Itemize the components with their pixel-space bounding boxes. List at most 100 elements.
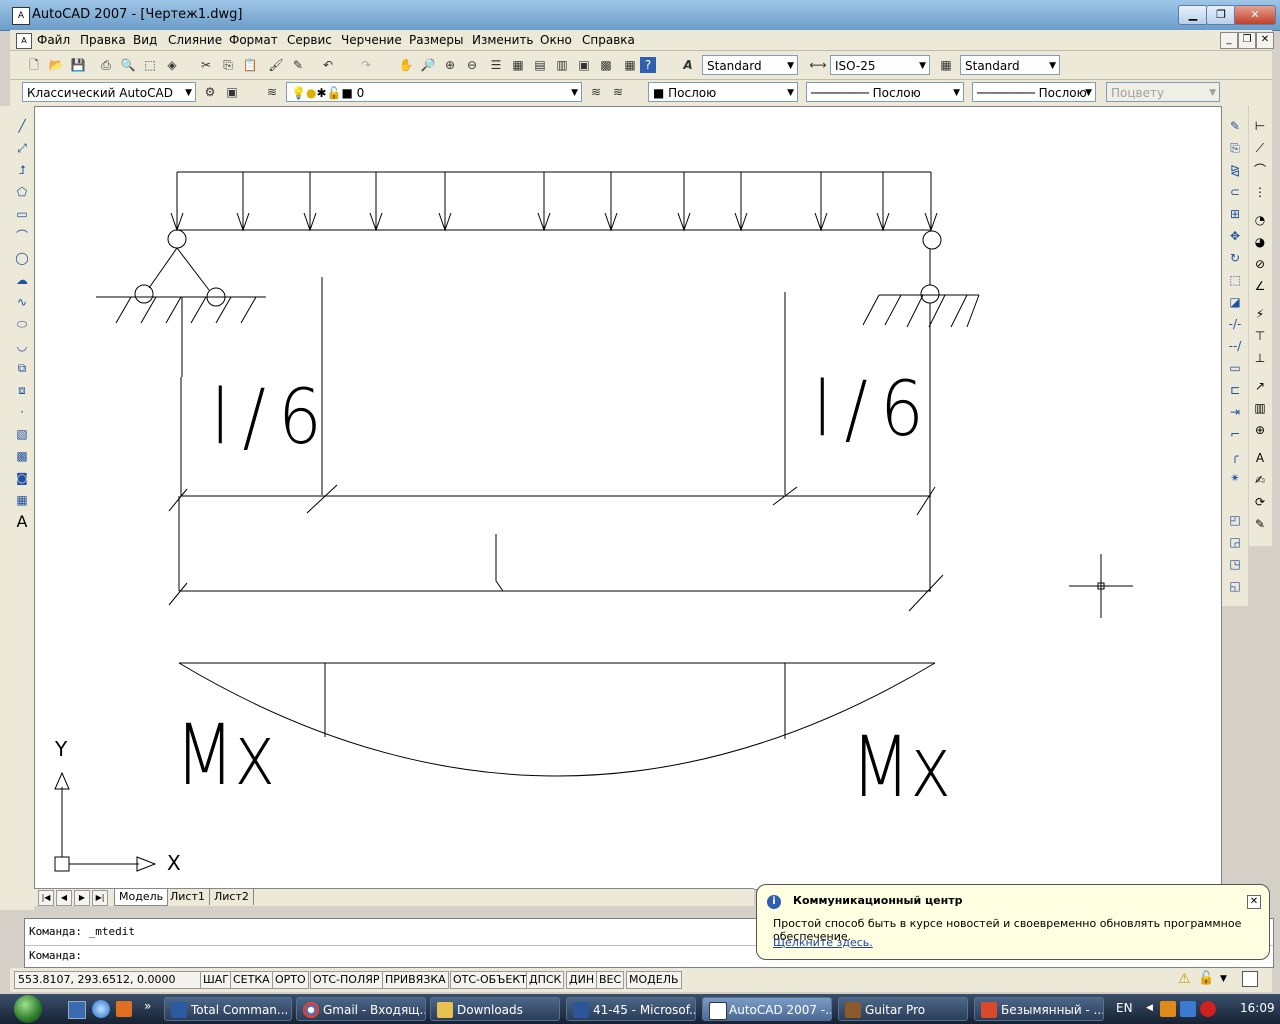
publish-icon[interactable]: ⬚: [140, 55, 160, 75]
network-icon[interactable]: [1180, 1001, 1196, 1017]
doc-minimize-button[interactable]: _: [1220, 32, 1238, 49]
erase-icon[interactable]: ✎: [1225, 116, 1245, 136]
minimize-button[interactable]: ▁: [1178, 5, 1208, 25]
tolerance-icon[interactable]: ▥: [1250, 398, 1270, 418]
preview-icon[interactable]: 🔍: [118, 55, 138, 75]
arc-length-icon[interactable]: ⌒: [1250, 160, 1270, 180]
text-style-icon[interactable]: A: [678, 55, 698, 75]
dim-style-manager-icon[interactable]: ✎: [1250, 514, 1270, 534]
ie-icon[interactable]: [92, 1000, 110, 1018]
redo-icon[interactable]: ↷: [356, 55, 376, 75]
chamfer-icon[interactable]: ⌐: [1225, 424, 1245, 444]
bring-above-icon[interactable]: ◳: [1225, 554, 1245, 574]
print-icon[interactable]: ⎙: [96, 55, 116, 75]
bring-front-icon[interactable]: ◰: [1225, 510, 1245, 530]
language-indicator[interactable]: EN: [1116, 1001, 1133, 1015]
workspace-settings-icon[interactable]: ⚙: [200, 82, 220, 102]
polygon-icon[interactable]: ⬠: [12, 182, 32, 202]
spline-icon[interactable]: ∿: [12, 292, 32, 312]
rectangle-icon[interactable]: ▭: [12, 204, 32, 224]
design-center-icon[interactable]: ▦: [508, 55, 528, 75]
polar-toggle[interactable]: ОТС-ПОЛЯР: [310, 971, 383, 989]
rotate-icon[interactable]: ↻: [1225, 248, 1245, 268]
help-icon[interactable]: ?: [640, 57, 656, 73]
menu-edit[interactable]: Правка: [77, 32, 129, 48]
construction-line-icon[interactable]: ⤢: [12, 138, 32, 158]
ducs-toggle[interactable]: ДПСК: [526, 971, 565, 989]
polyline-icon[interactable]: ⮥: [12, 160, 32, 180]
aligned-dim-icon[interactable]: ⟋: [1250, 138, 1270, 158]
hatch-icon[interactable]: ▧: [12, 424, 32, 444]
send-under-icon[interactable]: ◱: [1225, 576, 1245, 596]
explode-icon[interactable]: ✴: [1225, 468, 1245, 488]
prev-tab-icon[interactable]: ◀: [56, 890, 72, 906]
sheet-set-icon[interactable]: ▥: [552, 55, 572, 75]
calculator-icon-2[interactable]: ▦: [620, 55, 640, 75]
dyn-toggle[interactable]: ДИН: [566, 971, 598, 989]
3d-dwf-icon[interactable]: ◈: [162, 55, 182, 75]
save-icon[interactable]: 💾: [68, 55, 88, 75]
menu-tools[interactable]: Сервис: [284, 32, 335, 48]
dim-style-select[interactable]: ISO-25 ▼: [830, 55, 930, 75]
stretch-icon[interactable]: ◪: [1225, 292, 1245, 312]
coordinates-display[interactable]: 553.8107, 293.6512, 0.0000: [14, 971, 201, 989]
next-tab-icon[interactable]: ▶: [74, 890, 90, 906]
menu-draw[interactable]: Черчение: [338, 32, 405, 48]
dim-text-edit-icon[interactable]: ✍: [1250, 470, 1270, 490]
status-menu-icon[interactable]: ▼: [1220, 972, 1232, 986]
fillet-icon[interactable]: ╭: [1225, 446, 1245, 466]
gradient-icon[interactable]: ▩: [12, 446, 32, 466]
copy-icon[interactable]: ⎘: [218, 55, 238, 75]
osnap-toggle[interactable]: ПРИВЯЗКА: [382, 971, 449, 989]
ellipse-arc-icon[interactable]: ◡: [12, 336, 32, 356]
doc-restore-button[interactable]: ❐: [1238, 32, 1256, 49]
last-tab-icon[interactable]: ▶|: [92, 890, 108, 906]
start-button[interactable]: [2, 994, 56, 1024]
tray-expand-icon[interactable]: ◀: [1146, 1003, 1153, 1013]
markup-icon[interactable]: ▣: [574, 55, 594, 75]
task-downloads[interactable]: Downloads: [430, 997, 560, 1021]
send-back-icon[interactable]: ◲: [1225, 532, 1245, 552]
snap-toggle[interactable]: ШАГ: [200, 971, 232, 989]
cut-icon[interactable]: ✂: [196, 55, 216, 75]
point-icon[interactable]: ·: [12, 402, 32, 422]
task-autocad[interactable]: AutoCAD 2007 -...: [702, 997, 832, 1021]
dim-style-icon[interactable]: ⟷: [808, 55, 828, 75]
menu-view[interactable]: Вид: [130, 32, 160, 48]
tray-app-icon[interactable]: [1160, 1001, 1176, 1017]
table-icon[interactable]: ▦: [12, 490, 32, 510]
scale-icon[interactable]: ⬚: [1225, 270, 1245, 290]
open-icon[interactable]: 📂: [46, 55, 66, 75]
baseline-dim-icon[interactable]: ⊤: [1250, 326, 1270, 346]
make-current-layer-icon[interactable]: ≋: [586, 82, 606, 102]
multiline-text-icon[interactable]: A: [12, 512, 32, 532]
task-gmail[interactable]: Gmail - Входящ...: [296, 997, 426, 1021]
otrack-toggle[interactable]: ОТС-ОБЪЕКТ: [450, 971, 530, 989]
dim-edit-icon[interactable]: A: [1250, 448, 1270, 468]
first-tab-icon[interactable]: |◀: [38, 890, 54, 906]
opera-icon[interactable]: [1200, 1001, 1216, 1017]
linear-dim-icon[interactable]: ⊢: [1250, 116, 1270, 136]
menu-merge[interactable]: Слияние: [165, 32, 225, 48]
calculator-icon[interactable]: ▩: [596, 55, 616, 75]
tab-sheet2[interactable]: Лист2: [210, 889, 254, 905]
center-mark-icon[interactable]: ⊕: [1250, 420, 1270, 440]
clean-screen-icon[interactable]: [1242, 971, 1258, 987]
text-style-select[interactable]: Standard ▼: [702, 55, 798, 75]
restore-button[interactable]: ❐: [1206, 5, 1236, 25]
balloon-link[interactable]: Щелкните здесь.: [773, 936, 873, 949]
drawing-area[interactable]: l/6 l/6 Mx Mx Y X: [34, 106, 1222, 890]
menu-dimensions[interactable]: Размеры: [406, 32, 467, 48]
task-total-commander[interactable]: Total Comman...: [164, 997, 292, 1021]
make-block-icon[interactable]: ⧈: [12, 380, 32, 400]
properties-icon[interactable]: ☰: [486, 55, 506, 75]
menu-file[interactable]: Файл: [34, 32, 73, 48]
undo-icon[interactable]: ↶: [318, 55, 338, 75]
break-icon[interactable]: ⊏: [1225, 380, 1245, 400]
mirror-icon[interactable]: ⧎: [1225, 160, 1245, 180]
trim-icon[interactable]: -/-: [1225, 314, 1245, 334]
workspace-select[interactable]: Классический AutoCAD ▼: [22, 82, 196, 102]
tool-palettes-icon[interactable]: ▤: [530, 55, 550, 75]
match-properties-icon[interactable]: 🖌: [266, 55, 286, 75]
zoom-previous-icon[interactable]: ⊖: [462, 55, 482, 75]
